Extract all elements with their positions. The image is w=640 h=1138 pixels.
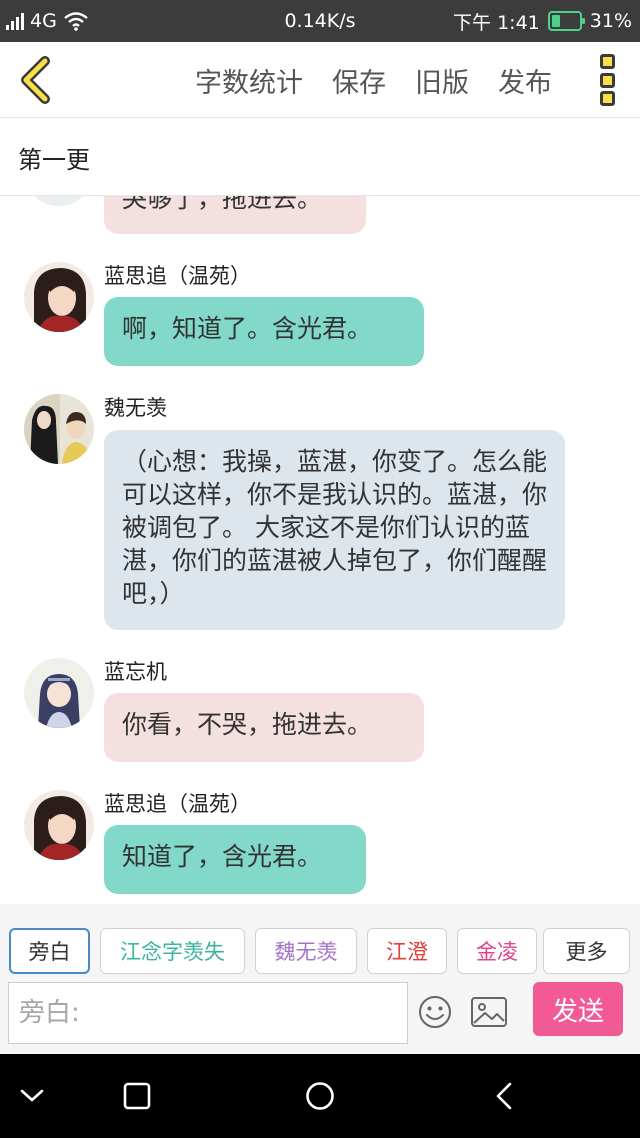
message-bubble[interactable]: 啊，知道了。含光君。 (104, 297, 424, 366)
avatar[interactable] (24, 658, 94, 728)
avatar[interactable] (24, 394, 94, 464)
word-count-button[interactable]: 字数统计 (195, 61, 303, 100)
back-button[interactable] (10, 52, 60, 108)
back-triangle-icon (496, 1082, 512, 1110)
publish-button[interactable]: 发布 (498, 61, 552, 100)
role-chip-label: 金凌 (476, 940, 518, 964)
toolbar-actions: 字数统计 保存 旧版 发布 (195, 42, 552, 118)
status-right: 下午 1:41 31% (453, 0, 632, 42)
status-bar: 4G 0.14K/s 下午 1:41 31% (0, 0, 640, 42)
avatar-image (24, 658, 94, 728)
top-toolbar: 字数统计 保存 旧版 发布 (0, 42, 640, 118)
role-chip-label: 江念字羡失 (120, 940, 225, 964)
message-text: （心想：我操，蓝湛，你变了。怎么能可以这样，你不是我认识的。蓝湛，你被调包了。 … (122, 447, 548, 608)
clock: 下午 1:41 (453, 11, 540, 34)
role-chip-jiangcheng[interactable]: 江澄 (367, 928, 447, 974)
message-bubble[interactable]: 你看，不哭，拖进去。 (104, 693, 424, 762)
hide-keyboard-button[interactable] (10, 1074, 54, 1118)
battery-percent: 31% (589, 10, 632, 32)
battery-icon (547, 11, 585, 31)
emoji-icon (419, 996, 451, 1028)
avatar-image (24, 790, 94, 860)
avatar[interactable] (24, 196, 94, 206)
sender-name: 蓝思追（温苑） (104, 792, 251, 816)
square-icon (123, 1082, 151, 1110)
chapter-title: 第一更 (18, 146, 90, 174)
status-left: 4G (6, 0, 89, 42)
sender-name: 魏无羡 (104, 396, 167, 420)
sender-name: 蓝思追（温苑） (104, 264, 251, 288)
image-icon (471, 997, 507, 1027)
home-button[interactable] (298, 1074, 342, 1118)
role-chip-label: 更多 (565, 940, 608, 964)
save-button[interactable]: 保存 (332, 61, 386, 100)
wifi-icon (64, 12, 88, 31)
image-button[interactable] (470, 996, 508, 1028)
message-bubble[interactable]: （心想：我操，蓝湛，你变了。怎么能可以这样，你不是我认识的。蓝湛，你被调包了。 … (104, 430, 565, 630)
network-label: 4G (30, 10, 57, 32)
avatar-image (24, 196, 94, 206)
message-text: 啊，知道了。含光君。 (122, 314, 373, 343)
emoji-button[interactable] (417, 994, 453, 1030)
navigation-bar (0, 1054, 640, 1138)
send-button[interactable]: 发送 (533, 982, 623, 1036)
signal-icon (6, 12, 24, 30)
message-text: 哭够了，拖进去。 (122, 196, 323, 213)
system-back-button[interactable] (482, 1074, 526, 1118)
message-text: 你看，不哭，拖进去。 (122, 710, 373, 739)
send-label: 发送 (551, 996, 604, 1027)
role-chip-jiangnian[interactable]: 江念字羡失 (100, 928, 245, 974)
sender-name: 蓝忘机 (104, 660, 167, 684)
message-bubble[interactable]: 哭够了，拖进去。 (104, 196, 366, 234)
circle-icon (306, 1082, 334, 1110)
old-version-button[interactable]: 旧版 (415, 61, 469, 100)
avatar-image (24, 394, 94, 464)
more-icon (599, 54, 615, 69)
chapter-title-bar[interactable]: 第一更 (0, 118, 640, 196)
chat-list[interactable]: 哭够了，拖进去。 蓝思追（温苑） 啊，知道了。含光君。 魏无羡 （心想：我操，蓝… (0, 196, 640, 904)
role-chip-label: 魏无羡 (274, 940, 338, 964)
chevron-left-icon (21, 56, 50, 104)
role-chip-jinling[interactable]: 金凌 (457, 928, 537, 974)
role-chip-label: 旁白 (28, 940, 71, 964)
role-chip-weiwuxian[interactable]: 魏无羡 (255, 928, 357, 974)
chevron-down-icon (20, 1089, 44, 1102)
role-chip-narrator[interactable]: 旁白 (9, 928, 90, 974)
input-row: 发送 (0, 980, 640, 1050)
avatar-image (24, 262, 94, 332)
role-chip-label: 江澄 (386, 940, 428, 964)
avatar[interactable] (24, 790, 94, 860)
recents-button[interactable] (115, 1074, 159, 1118)
role-chip-more[interactable]: 更多 (543, 928, 630, 974)
compose-panel: 旁白 江念字羡失 魏无羡 江澄 金凌 更多 旁白: 发送 (0, 904, 640, 1054)
message-input[interactable] (8, 982, 408, 1044)
avatar[interactable] (24, 262, 94, 332)
message-bubble[interactable]: 知道了，含光君。 (104, 825, 366, 894)
message-text: 知道了，含光君。 (122, 842, 323, 871)
more-button[interactable] (592, 54, 622, 106)
